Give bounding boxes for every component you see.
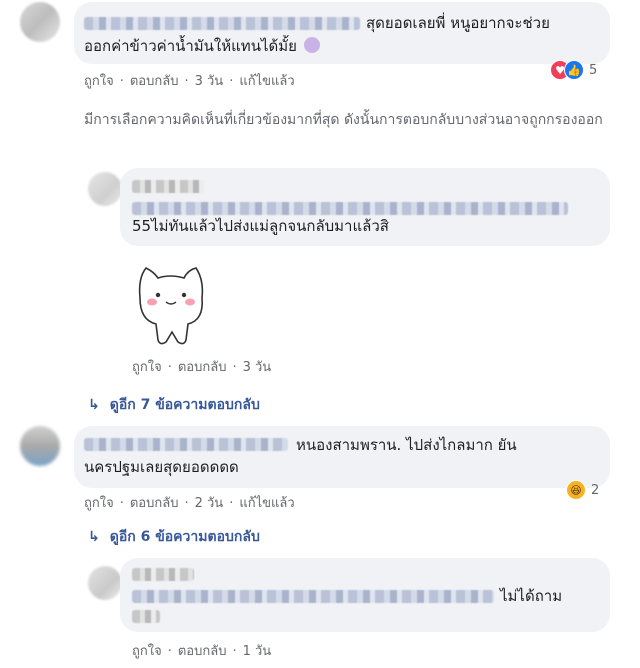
avatar[interactable]: [20, 426, 60, 466]
reaction-count: 2: [591, 482, 600, 498]
mentioned-name[interactable]: [132, 590, 494, 603]
commenter-name[interactable]: [132, 180, 204, 193]
filter-notice: มีการเลือกความคิดเห็นที่เกี่ยวข้องมากที่…: [84, 112, 603, 128]
comment-text: 55ไม่ทันแล้วไปส่งแม่ลูกจนกลับมาแล้วสิ: [132, 217, 389, 235]
comment-actions: ถูกใจ · ตอบกลับ · 3 วัน: [132, 360, 272, 375]
like-link[interactable]: ถูกใจ: [132, 360, 162, 375]
comment-actions: ถูกใจ · ตอบกลับ · 1 วัน: [132, 644, 272, 659]
reply-link[interactable]: ตอบกลับ: [130, 496, 179, 511]
reaction-summary[interactable]: 😆 2: [566, 480, 599, 500]
edited-label[interactable]: แก้ไขแล้ว: [239, 74, 294, 89]
comment-text: สุดยอดเลยพี่ หนูอยากจะช่วย: [366, 14, 550, 32]
like-reaction-icon: 👍: [564, 60, 584, 80]
reaction-summary[interactable]: ♥ 👍 5: [550, 60, 597, 80]
view-more-replies[interactable]: ↳ ดูอีก 7 ข้อความตอบกลับ: [88, 394, 260, 416]
comment-text: ไม่ได้ถาม: [500, 587, 563, 605]
edited-label[interactable]: แก้ไขแล้ว: [239, 496, 294, 511]
timestamp[interactable]: 3 วัน: [243, 360, 272, 375]
timestamp[interactable]: 2 วัน: [195, 496, 224, 511]
commenter-name[interactable]: [132, 568, 194, 581]
mentioned-name-cont[interactable]: [132, 610, 160, 623]
reply-link[interactable]: ตอบกลับ: [178, 644, 227, 659]
comment-actions: ถูกใจ · ตอบกลับ · 3 วัน · แก้ไขแล้ว: [84, 74, 295, 89]
like-link[interactable]: ถูกใจ: [132, 644, 162, 659]
commenter-name[interactable]: [84, 17, 360, 30]
timestamp[interactable]: 3 วัน: [195, 74, 224, 89]
cat-sticker: [128, 258, 214, 348]
like-link[interactable]: ถูกใจ: [84, 496, 114, 511]
commenter-name[interactable]: [84, 438, 288, 451]
comment-text: ออกค่าข้าวค่าน้ำมันให้แทนได้มั้ย: [84, 35, 320, 57]
comment-text: หนองสามพราน. ไปส่งไกลมาก ยัน: [296, 436, 517, 454]
comment-text: นครปฐมเลยสุดยอดดดด: [84, 458, 239, 476]
reply-link[interactable]: ตอบกลับ: [178, 360, 227, 375]
reply-link[interactable]: ตอบกลับ: [130, 74, 179, 89]
haha-reaction-icon: 😆: [566, 480, 586, 500]
avatar[interactable]: [20, 2, 60, 42]
comment-actions: ถูกใจ · ตอบกลับ · 2 วัน · แก้ไขแล้ว: [84, 496, 295, 511]
timestamp[interactable]: 1 วัน: [243, 644, 272, 659]
emoji-icon: [303, 37, 320, 53]
reply-arrow-icon: ↳: [88, 397, 100, 413]
avatar[interactable]: [88, 566, 122, 600]
view-more-replies[interactable]: ↳ ดูอีก 6 ข้อความตอบกลับ: [88, 526, 260, 548]
mentioned-name[interactable]: [132, 202, 568, 215]
like-link[interactable]: ถูกใจ: [84, 74, 114, 89]
avatar[interactable]: [88, 172, 122, 206]
reaction-count: 5: [589, 62, 598, 78]
reply-arrow-icon: ↳: [88, 529, 100, 545]
